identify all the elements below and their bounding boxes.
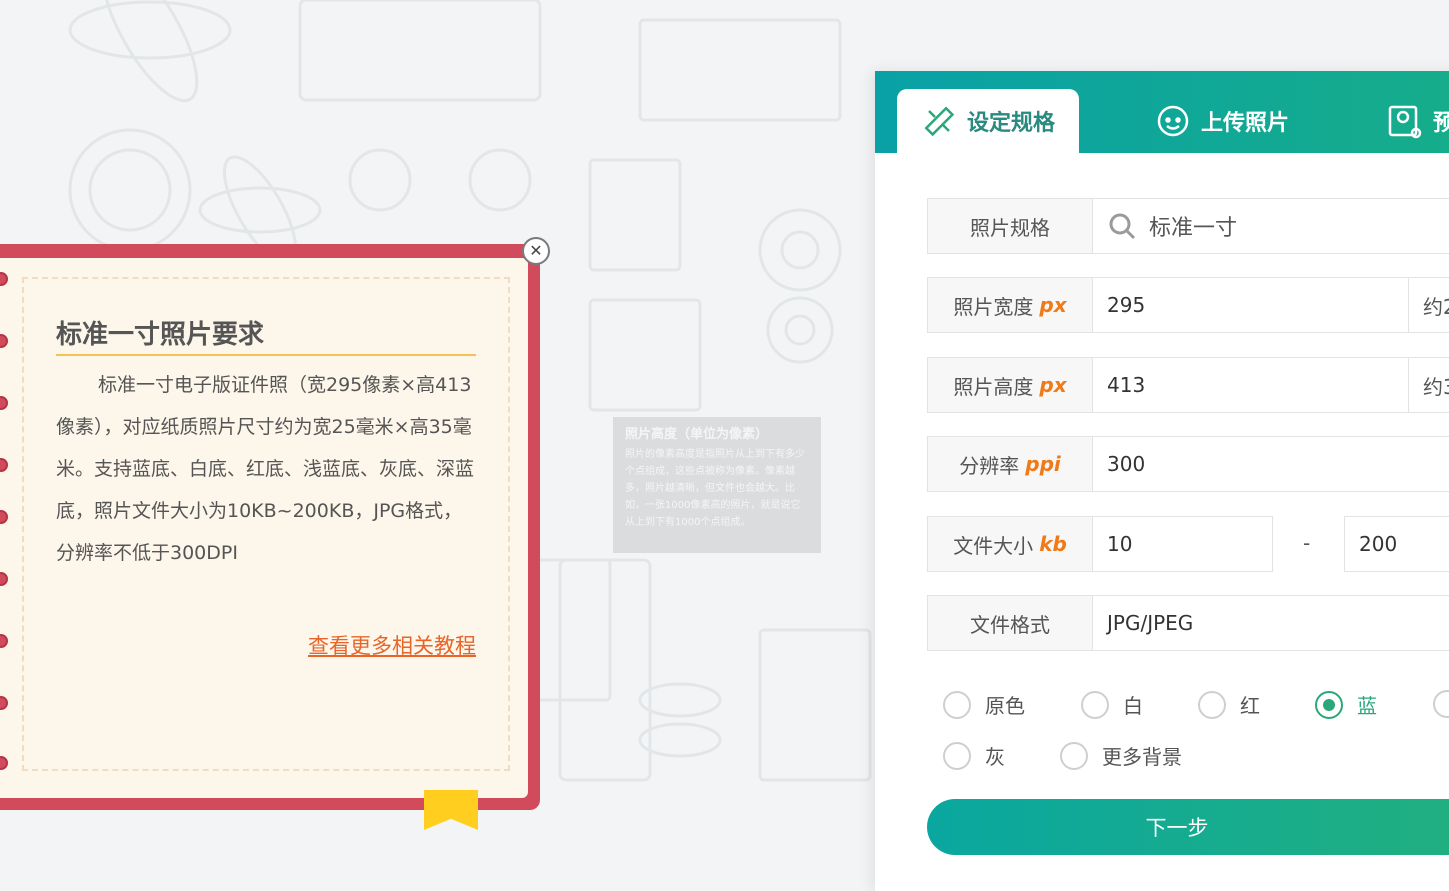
tab-set-spec[interactable]: 设定规格: [897, 89, 1079, 153]
radio-circle: [1433, 690, 1449, 718]
ruler-pencil-icon: [924, 106, 955, 137]
bg-option-white[interactable]: 白: [1081, 690, 1143, 719]
spec-value: 标准一寸: [1149, 216, 1238, 241]
tab-label: 预: [1433, 111, 1449, 136]
search-icon: [1109, 213, 1136, 240]
height-mm-hint: 约3: [1408, 358, 1449, 412]
face-icon: [1157, 105, 1189, 137]
bg-option-more[interactable]: 更多背景: [1060, 741, 1182, 770]
more-tutorials-link[interactable]: 查看更多相关教程: [308, 630, 476, 660]
bg-option-more-hidden[interactable]: [1433, 690, 1449, 718]
format-row: 文件格式 JPG/JPEG: [927, 595, 1449, 651]
filesize-max-input[interactable]: 200: [1344, 516, 1449, 572]
radio-circle: [943, 690, 971, 719]
tab-label: 设定规格: [966, 111, 1055, 136]
card-title: 标准一寸照片要求: [56, 320, 265, 350]
step-tabs: 设定规格 上传照片 预: [875, 71, 1449, 153]
tab-preview[interactable]: 预: [1387, 89, 1449, 153]
bg-option-blue[interactable]: 蓝: [1315, 690, 1377, 719]
resolution-label: 分辨率 ppi: [928, 437, 1093, 491]
radio-circle: [1081, 690, 1109, 719]
radio-circle: [1315, 690, 1343, 719]
filesize-label: 文件大小 kb: [928, 517, 1093, 571]
tooltip-title: 照片高度（单位为像素）: [625, 427, 769, 442]
title-underline: [56, 354, 476, 356]
filesize-min-input[interactable]: 10: [1093, 517, 1132, 571]
radio-circle: [943, 741, 971, 770]
format-label: 文件格式: [928, 596, 1093, 650]
spec-label: 照片规格: [928, 199, 1093, 253]
close-icon[interactable]: ✕: [522, 237, 550, 265]
height-label: 照片高度 px: [928, 358, 1093, 412]
height-row: 照片高度px 413 约3: [927, 357, 1449, 413]
bg-option-original[interactable]: 原色: [943, 690, 1025, 719]
resolution-row: 分辨率 ppi 300: [927, 436, 1449, 492]
spec-search[interactable]: 标准一寸: [1093, 199, 1237, 253]
width-label: 照片宽度 px: [928, 278, 1093, 332]
width-input[interactable]: 295: [1093, 278, 1145, 332]
height-tooltip: 照片高度（单位为像素） 照片的像素高度是指照片从上到下有多少个点组成，这些点被称…: [613, 417, 821, 553]
photo-spec-panel: 设定规格 上传照片 预 照片规格 标准一寸 照片宽度 px 295 约 照片高度…: [875, 71, 1449, 891]
radio-circle: [1060, 741, 1088, 770]
bg-option-gray[interactable]: 灰: [943, 741, 1005, 770]
resolution-input[interactable]: 300: [1093, 437, 1145, 491]
spec-row: 照片规格 标准一寸: [927, 198, 1449, 254]
filesize-separator: -: [1303, 531, 1311, 555]
filesize-row: 文件大小 kb 10: [927, 516, 1273, 572]
card-description: 标准一寸电子版证件照（宽295像素×高413像素），对应纸质照片尺寸约为宽25毫…: [56, 374, 475, 564]
height-input[interactable]: 413: [1093, 358, 1145, 412]
portrait-icon: [1388, 105, 1422, 139]
bg-option-red[interactable]: 红: [1198, 690, 1260, 719]
tab-upload-photo[interactable]: 上传照片: [1155, 89, 1289, 153]
next-step-button[interactable]: 下一步: [927, 799, 1449, 855]
radio-circle: [1198, 690, 1226, 719]
width-mm-hint: 约2: [1408, 278, 1449, 332]
tooltip-body: 照片的像素高度是指照片从上到下有多少个点组成，这些点被称为像素。像素越多，照片越…: [625, 449, 805, 528]
format-value: JPG/JPEG: [1107, 611, 1194, 635]
tab-label: 上传照片: [1201, 111, 1290, 136]
width-row: 照片宽度px 295 约2: [927, 277, 1449, 333]
